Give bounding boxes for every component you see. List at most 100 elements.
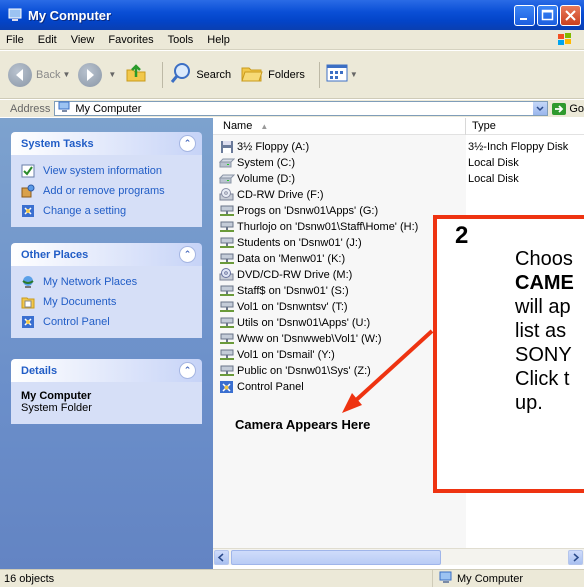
collapse-icon[interactable]: ⌃ — [179, 246, 196, 263]
file-list-row[interactable]: System (C:) Local Disk — [213, 155, 584, 171]
callout-line: list as — [515, 320, 567, 342]
horizontal-scrollbar[interactable] — [213, 548, 584, 565]
chevron-down-icon[interactable] — [533, 102, 548, 115]
menu-file[interactable]: File — [6, 34, 24, 46]
name-column-header[interactable]: Name ▲ — [213, 117, 466, 135]
system-tasks-header[interactable]: System Tasks ⌃ — [11, 132, 202, 155]
network-drive-icon — [219, 332, 235, 346]
add-remove-programs-link[interactable]: Add or remove programs — [21, 181, 192, 201]
column-header-row: Name ▲ Type — [213, 117, 584, 135]
details-panel: Details ⌃ My Computer System Folder — [11, 359, 202, 424]
folders-icon — [239, 61, 265, 88]
forward-arrow-icon — [78, 62, 103, 87]
my-computer-icon — [439, 571, 453, 587]
panel-title: Other Places — [21, 248, 89, 261]
menu-view[interactable]: View — [71, 34, 95, 46]
folders-button[interactable]: Folders — [239, 61, 305, 88]
menu-favorites[interactable]: Favorites — [108, 34, 153, 46]
chevron-down-icon[interactable]: ▼ — [108, 70, 116, 79]
chevron-down-icon[interactable]: ▼ — [62, 70, 70, 79]
search-icon — [169, 61, 193, 88]
menu-edit[interactable]: Edit — [38, 34, 57, 46]
sort-ascending-icon: ▲ — [260, 121, 269, 131]
address-value: My Computer — [75, 102, 142, 115]
up-folder-button[interactable] — [124, 61, 148, 88]
network-drive-icon — [219, 300, 235, 314]
callout-line: CAME — [515, 272, 574, 294]
views-icon — [326, 63, 348, 86]
task-label: Change a setting — [43, 205, 127, 217]
status-location: My Computer — [457, 572, 524, 585]
chevron-down-icon[interactable]: ▼ — [350, 70, 358, 79]
file-list-row[interactable]: CD-RW Drive (F:) — [213, 187, 584, 203]
other-places-header[interactable]: Other Places ⌃ — [11, 243, 202, 266]
dvd-icon — [219, 268, 235, 282]
instruction-callout: 2 Choos CAME will ap list as SONY Click … — [433, 215, 584, 493]
back-arrow-icon — [8, 62, 32, 87]
search-label: Search — [196, 68, 232, 81]
view-system-info-link[interactable]: View system information — [21, 161, 192, 181]
up-folder-icon — [124, 61, 148, 88]
callout-line: Click t — [515, 368, 570, 390]
scroll-right-button[interactable] — [568, 550, 583, 565]
toolbar: Back ▼ ▼ Search Folders ▼ — [0, 51, 584, 99]
file-list-row[interactable]: Volume (D:) Local Disk — [213, 171, 584, 187]
window-title: My Computer — [28, 7, 112, 23]
floppy-icon — [219, 140, 235, 154]
views-button[interactable]: ▼ — [326, 63, 358, 86]
task-label: My Documents — [43, 296, 117, 308]
callout-line: will ap — [515, 296, 571, 318]
menu-tools[interactable]: Tools — [168, 34, 194, 46]
callout-line: Choos — [515, 248, 573, 270]
minimize-button[interactable] — [514, 5, 535, 26]
details-header[interactable]: Details ⌃ — [11, 359, 202, 382]
go-label: Go — [569, 102, 584, 115]
address-bar: Address My Computer Go — [0, 100, 584, 117]
address-field[interactable]: My Computer — [54, 101, 549, 116]
scroll-left-button[interactable] — [214, 550, 229, 565]
item-type: 3½-Inch Floppy Disk — [468, 141, 569, 153]
my-network-places-link[interactable]: My Network Places — [21, 272, 192, 292]
maximize-button[interactable] — [537, 5, 558, 26]
callout-step-number: 2 — [455, 222, 469, 249]
search-button[interactable]: Search — [169, 61, 231, 88]
go-button[interactable]: Go — [552, 102, 584, 115]
close-button[interactable] — [560, 5, 581, 26]
disk-icon — [218, 156, 236, 170]
collapse-icon[interactable]: ⌃ — [179, 135, 196, 152]
back-label: Back — [36, 68, 61, 81]
status-bar: 16 objects My Computer — [0, 569, 584, 587]
scroll-thumb[interactable] — [231, 550, 441, 565]
control-panel-icon — [21, 204, 35, 218]
status-object-count: 16 objects — [4, 572, 55, 585]
task-label: My Network Places — [43, 276, 138, 288]
details-subtitle: System Folder — [21, 402, 92, 414]
menu-bar: File Edit View Favorites Tools Help — [0, 30, 584, 50]
toolbar-separator — [162, 61, 164, 88]
type-column-header[interactable]: Type — [466, 120, 496, 132]
disk-icon — [218, 172, 236, 186]
my-computer-icon — [7, 7, 23, 23]
menu-help[interactable]: Help — [207, 34, 230, 46]
change-setting-link[interactable]: Change a setting — [21, 201, 192, 221]
item-type: Local Disk — [468, 173, 519, 185]
control-panel-icon — [219, 380, 235, 394]
other-places-panel: Other Places ⌃ My Network Places My Docu… — [11, 243, 202, 338]
item-name: System (C:) — [237, 157, 296, 169]
callout-line: SONY — [515, 344, 572, 366]
status-zone: My Computer — [432, 569, 524, 587]
forward-button[interactable]: ▼ — [78, 62, 116, 87]
control-panel-icon — [21, 315, 35, 329]
network-drive-icon — [219, 236, 235, 250]
my-documents-link[interactable]: My Documents — [21, 292, 192, 312]
task-label: View system information — [43, 165, 163, 177]
add-remove-icon — [21, 184, 35, 198]
network-drive-icon — [219, 284, 235, 298]
file-list-row[interactable]: 3½ Floppy (A:) 3½-Inch Floppy Disk — [213, 139, 584, 155]
title-bar[interactable]: My Computer — [0, 0, 584, 30]
go-arrow-icon — [552, 102, 567, 115]
back-button[interactable]: Back ▼ — [8, 62, 70, 87]
control-panel-link[interactable]: Control Panel — [21, 312, 192, 332]
type-header-label: Type — [472, 120, 496, 132]
collapse-icon[interactable]: ⌃ — [179, 362, 196, 379]
